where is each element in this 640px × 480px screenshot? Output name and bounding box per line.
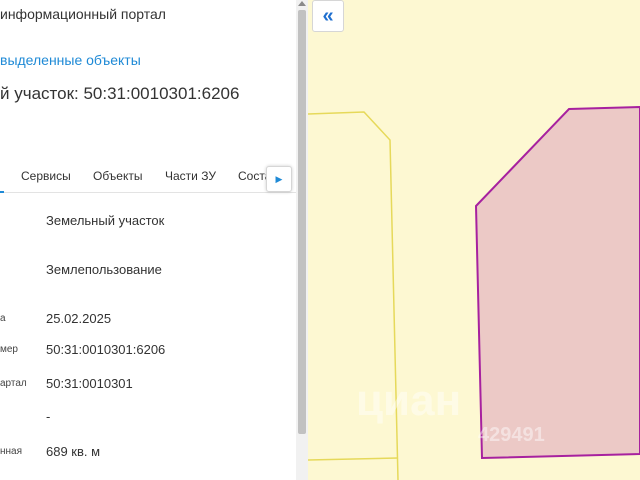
panel-scrollbar[interactable]	[296, 0, 308, 480]
double-chevron-left-icon: «	[322, 4, 334, 27]
portal-title: информационный портал	[0, 6, 166, 22]
attr-value-cadastral-number: 50:31:0010301:6206	[46, 342, 166, 357]
attr-value-parcel-type: Землепользование	[46, 262, 162, 277]
selected-parcel-polygon[interactable]	[474, 105, 640, 460]
watermark-id: 429491	[478, 424, 545, 446]
tab-scroll-right-button[interactable]: ▶	[266, 166, 292, 192]
attr-label-area: нная	[0, 446, 23, 457]
collapse-panel-button[interactable]: «	[312, 0, 344, 32]
attr-value-area: 689 кв. м	[46, 444, 101, 459]
tab-services[interactable]: Сервисы	[21, 169, 71, 183]
scroll-up-arrow-icon[interactable]	[298, 1, 306, 6]
watermark-logo: циан	[356, 376, 462, 425]
active-tab-indicator	[0, 191, 4, 193]
attr-value-empty: -	[46, 409, 51, 424]
triangle-right-icon: ▶	[275, 173, 283, 184]
neighbor-boundary-bottom	[308, 457, 399, 461]
attr-label-cadastral-number: мер	[0, 344, 18, 355]
scrollbar-thumb[interactable]	[298, 10, 306, 434]
tab-bar: Сервисы Объекты Части ЗУ Соста ▶	[0, 162, 296, 193]
attr-value-cadastral-quarter: 50:31:0010301	[46, 376, 133, 391]
tab-parcel-parts[interactable]: Части ЗУ	[165, 169, 216, 183]
attr-value-object-type: Земельный участок	[46, 213, 165, 228]
map-view[interactable]: « циан 429491	[308, 0, 640, 480]
attr-value-date: 25.02.2025	[46, 311, 112, 326]
parcel-heading: й участок: 50:31:0010301:6206	[0, 84, 240, 103]
info-panel: информационный портал выделенные объекты…	[0, 0, 296, 480]
tab-objects[interactable]: Объекты	[93, 169, 143, 183]
selected-objects-link[interactable]: выделенные объекты	[0, 52, 141, 68]
attr-label-date: а	[0, 313, 6, 324]
attr-label-cadastral-quarter: артал	[0, 378, 27, 389]
